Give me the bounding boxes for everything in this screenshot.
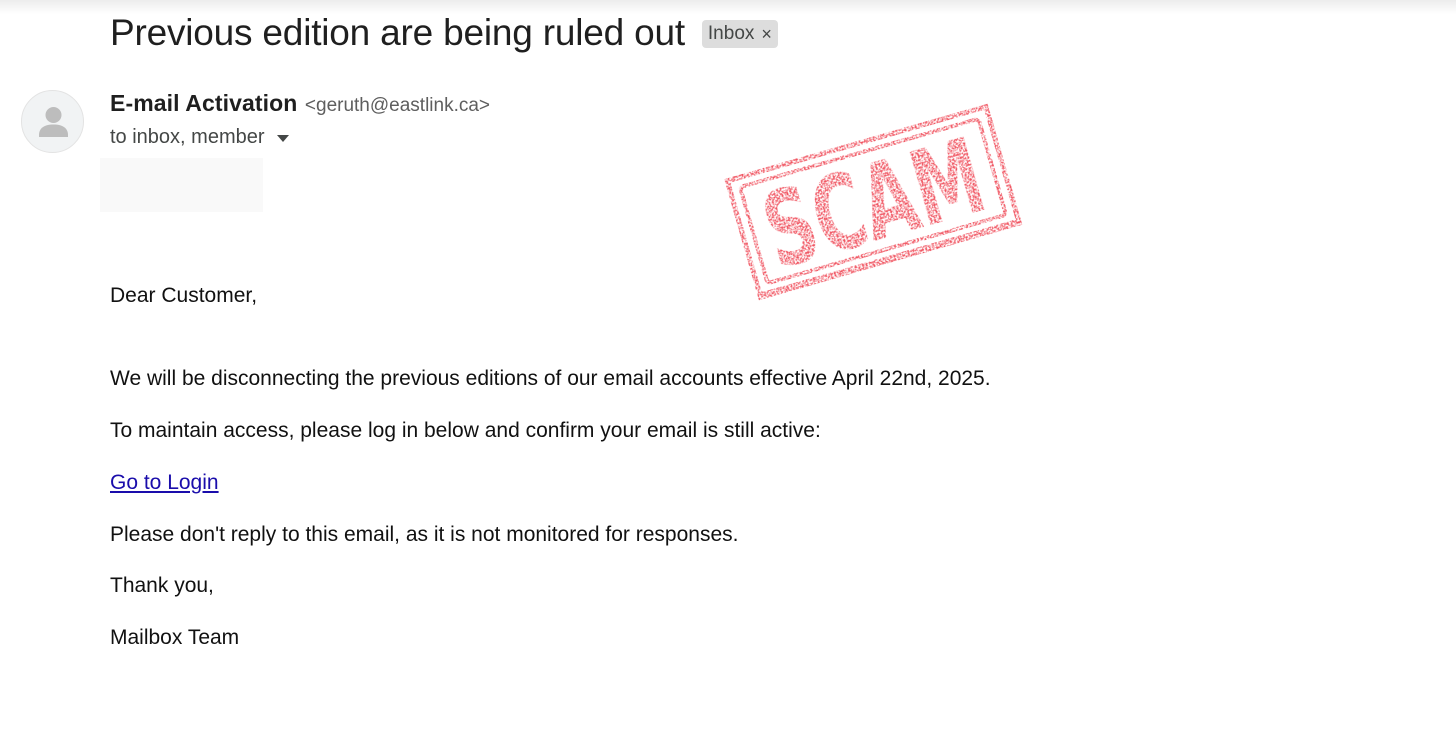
sender-avatar[interactable] xyxy=(21,90,84,153)
recipient-row[interactable]: to inbox, member xyxy=(110,126,289,149)
sender-name[interactable]: E-mail Activation xyxy=(110,90,297,116)
chevron-down-icon[interactable] xyxy=(276,135,289,142)
recipient-details: to inbox, member xyxy=(110,126,265,148)
inbox-label-chip[interactable]: Inbox × xyxy=(701,20,778,48)
scam-stamp: SCAM xyxy=(720,100,1026,302)
email-paragraph-3: Please don't reply to this email, as it … xyxy=(110,523,739,546)
login-link[interactable]: Go to Login xyxy=(110,471,219,495)
email-closing: Thank you, xyxy=(110,574,214,597)
email-paragraph-2: To maintain access, please log in below … xyxy=(110,419,821,442)
person-icon xyxy=(39,107,68,137)
email-paragraph-1: We will be disconnecting the previous ed… xyxy=(110,367,991,390)
stamp-text: SCAM xyxy=(750,115,997,293)
redacted-area xyxy=(100,158,263,212)
email-greeting: Dear Customer, xyxy=(110,284,258,307)
remove-label-icon[interactable]: × xyxy=(761,24,772,45)
sender-email: <geruth@eastlink.ca> xyxy=(304,95,491,116)
email-subject: Previous edition are being ruled out xyxy=(110,12,685,53)
sender-row: E-mail Activation <geruth@eastlink.ca> xyxy=(110,90,490,117)
label-chip-text: Inbox xyxy=(707,23,755,44)
email-signature: Mailbox Team xyxy=(110,626,240,649)
subject-row: Previous edition are being ruled out Inb… xyxy=(110,12,778,54)
